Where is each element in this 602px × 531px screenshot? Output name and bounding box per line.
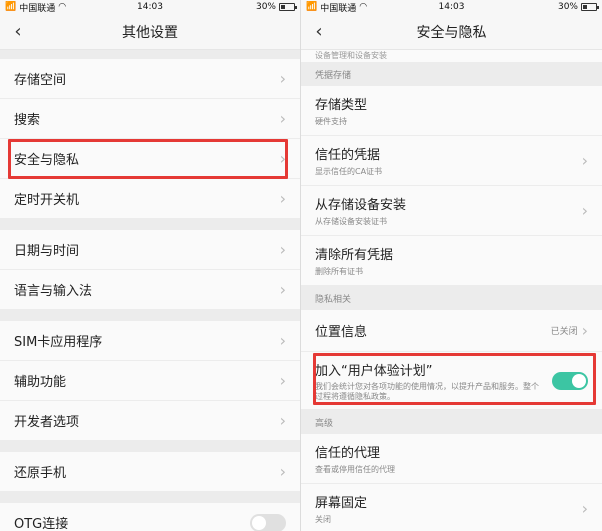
status-bar: 📶 中国联通 ◠ 14:03 30% [301,0,602,14]
row-install-from-storage[interactable]: 从存储设备安装 从存储设备安装证书 › [301,186,602,236]
battery-icon [279,3,297,11]
other-settings-screen: 📶 中国联通 ◠ 14:03 30% ‹ 其他设置 存储空间 › 搜索 › 安全与隐… [0,0,300,531]
row-accessibility[interactable]: 辅助功能 › [0,361,300,401]
chevron-right-icon: › [279,240,286,259]
section-header-advanced: 高级 [301,410,602,434]
chevron-right-icon: › [581,321,588,340]
signal-icon: 📶 [5,2,17,12]
chevron-right-icon: › [279,462,286,481]
page-title: 安全与隐私 [416,24,487,41]
back-button[interactable]: ‹ [0,14,36,50]
chevron-right-icon: › [279,411,286,430]
chevron-left-icon: ‹ [315,21,323,42]
battery-percent: 30% [557,2,578,12]
chevron-right-icon: › [581,499,588,518]
row-trusted-credentials[interactable]: 信任的凭据 显示信任的CA证书 › [301,136,602,186]
row-location[interactable]: 位置信息 已关闭 › [301,310,602,352]
chevron-right-icon: › [279,331,286,350]
row-sim-apps[interactable]: SIM卡应用程序 › [0,321,300,361]
otg-toggle[interactable] [250,513,286,531]
chevron-right-icon: › [279,109,286,128]
chevron-right-icon: › [279,69,286,88]
page-title: 其他设置 [122,24,178,41]
carrier-label: 中国联通 [19,3,56,14]
highlight-box [313,353,596,405]
security-privacy-screen: 📶 中国联通 ◠ 14:03 30% ‹ 安全与隐私 设备管理和设备安装 凭据存… [301,0,602,531]
row-storage-type[interactable]: 存储类型 硬件支持 [301,86,602,136]
section-header-credentials: 凭据存储 [301,62,602,86]
chevron-right-icon: › [279,189,286,208]
wifi-icon: ◠ [359,2,368,12]
battery-icon [581,3,599,11]
cut-off-text: 设备管理和设备安装 [301,50,602,62]
row-screen-pinning[interactable]: 屏幕固定 关闭 › [301,484,602,531]
wifi-icon: ◠ [58,2,67,12]
row-otg[interactable]: OTG连接 [0,503,300,531]
back-button[interactable]: ‹ [301,14,337,50]
status-bar: 📶 中国联通 ◠ 14:03 30% [0,0,300,14]
location-status: 已关闭 [550,327,578,337]
row-language-input[interactable]: 语言与输入法 › [0,270,300,310]
row-developer-options[interactable]: 开发者选项 › [0,401,300,441]
row-search[interactable]: 搜索 › [0,99,300,139]
battery-percent: 30% [255,2,276,12]
nav-bar: ‹ 安全与隐私 [301,14,602,50]
chevron-right-icon: › [279,280,286,299]
highlight-box [8,139,288,179]
row-date-time[interactable]: 日期与时间 › [0,230,300,270]
row-trusted-agents[interactable]: 信任的代理 查看或停用信任的代理 [301,434,602,484]
row-scheduled-power[interactable]: 定时开关机 › [0,179,300,219]
chevron-left-icon: ‹ [14,21,22,42]
chevron-right-icon: › [279,371,286,390]
row-reset-phone[interactable]: 还原手机 › [0,452,300,492]
nav-bar: ‹ 其他设置 [0,14,300,50]
row-clear-credentials[interactable]: 清除所有凭据 删除所有证书 [301,236,602,286]
chevron-right-icon: › [581,151,588,170]
carrier-label: 中国联通 [320,3,357,14]
row-storage[interactable]: 存储空间 › [0,59,300,99]
signal-icon: 📶 [306,2,318,12]
section-header-privacy: 隐私相关 [301,286,602,310]
chevron-right-icon: › [581,201,588,220]
